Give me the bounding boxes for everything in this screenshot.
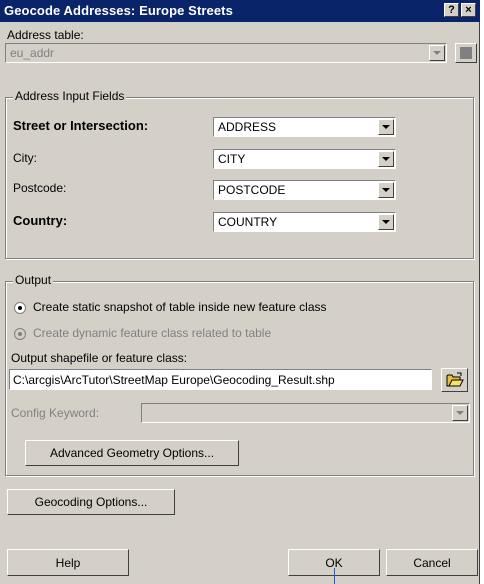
help-icon[interactable]: ? [444, 3, 459, 17]
open-folder-icon [446, 372, 464, 387]
output-group-title: Output [13, 273, 54, 287]
title-bar[interactable]: Geocode Addresses: Europe Streets ? × [0, 0, 480, 22]
shapefile-label: Output shapefile or feature class: [11, 351, 188, 365]
country-combo[interactable]: COUNTRY [213, 212, 396, 232]
cancel-button-label: Cancel [413, 556, 451, 570]
browse-table-button [455, 43, 477, 63]
postcode-label: Postcode: [13, 181, 67, 195]
config-keyword-combo [141, 403, 470, 423]
geocoding-options-button[interactable]: Geocoding Options... [7, 489, 175, 515]
cancel-button[interactable]: Cancel [386, 549, 478, 576]
country-value: COUNTRY [218, 215, 278, 229]
address-table-value: eu_addr [10, 46, 55, 60]
city-dropdown-icon[interactable] [378, 151, 394, 167]
help-button[interactable]: Help [7, 549, 129, 576]
address-table-dropdown-icon [429, 45, 445, 61]
close-icon[interactable]: × [461, 3, 476, 17]
country-label: Country: [13, 213, 68, 228]
address-input-group-title: Address Input Fields [13, 89, 127, 103]
dynamic-feature-label: Create dynamic feature class related to … [33, 326, 272, 340]
street-dropdown-icon[interactable] [378, 119, 394, 135]
city-combo[interactable]: CITY [213, 149, 396, 169]
geocoding-options-label: Geocoding Options... [34, 495, 148, 509]
geocode-dialog: Geocode Addresses: Europe Streets ? × Ad… [0, 0, 480, 584]
advanced-geometry-options-button[interactable]: Advanced Geometry Options... [25, 440, 239, 466]
street-label: Street or Intersection: [13, 118, 149, 133]
advanced-geometry-options-label: Advanced Geometry Options... [49, 446, 215, 460]
postcode-combo[interactable]: POSTCODE [213, 180, 396, 200]
config-keyword-dropdown-icon [452, 405, 468, 421]
config-keyword-label: Config Keyword: [11, 406, 100, 420]
static-snapshot-radio[interactable] [14, 302, 26, 314]
city-value: CITY [218, 152, 246, 166]
browse-output-button[interactable] [441, 368, 468, 392]
dynamic-feature-radio [14, 328, 26, 340]
street-value: ADDRESS [218, 120, 277, 134]
window-title: Geocode Addresses: Europe Streets [4, 3, 233, 18]
postcode-dropdown-icon[interactable] [378, 182, 394, 198]
country-dropdown-icon[interactable] [378, 214, 394, 230]
mouse-pointer [334, 568, 335, 584]
street-combo[interactable]: ADDRESS [213, 117, 396, 137]
shapefile-input[interactable]: C:\arcgis\ArcTutor\StreetMap Europe\Geoc… [9, 369, 432, 390]
address-table-combo: eu_addr [5, 43, 447, 63]
static-snapshot-label[interactable]: Create static snapshot of table inside n… [33, 300, 327, 314]
shapefile-value: C:\arcgis\ArcTutor\StreetMap Europe\Geoc… [13, 373, 335, 387]
help-button-label: Help [55, 556, 81, 570]
address-table-label: Address table: [7, 28, 84, 42]
postcode-value: POSTCODE [218, 183, 286, 197]
ok-button-label: OK [325, 556, 343, 570]
open-folder-icon [460, 47, 472, 59]
city-label: City: [13, 151, 37, 165]
